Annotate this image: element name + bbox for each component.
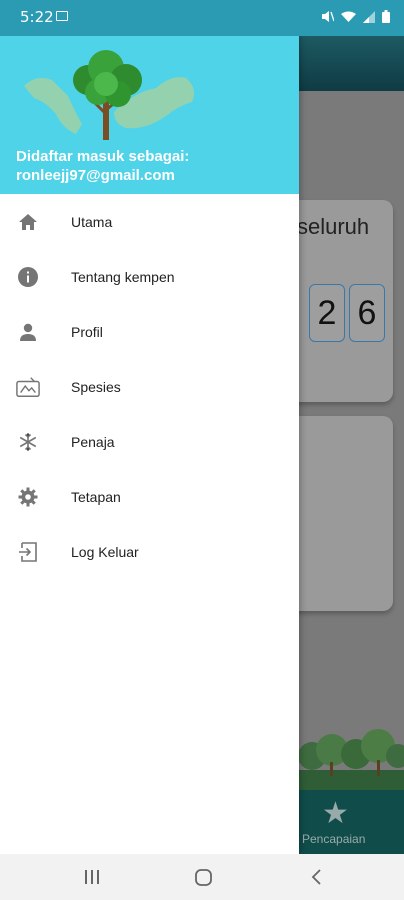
background-card xyxy=(285,416,393,611)
counter-digit: 2 xyxy=(309,284,345,342)
signal-icon xyxy=(363,10,375,28)
status-bar: 5:22 xyxy=(0,0,404,36)
trees-illustration xyxy=(298,729,404,790)
menu-item-label: Tentang kempen xyxy=(71,268,175,285)
info-icon xyxy=(16,265,40,289)
home-button[interactable] xyxy=(194,866,214,893)
background-card-text: seluruh xyxy=(297,214,370,239)
menu-item-label: Penaja xyxy=(71,433,115,450)
menu-item-label: Log Keluar xyxy=(71,543,139,560)
menu-item-label: Utama xyxy=(71,213,113,230)
back-button[interactable] xyxy=(309,866,323,893)
menu-item-log-keluar[interactable]: Log Keluar xyxy=(0,524,299,579)
battery-icon xyxy=(382,10,390,28)
menu-item-label: Profil xyxy=(71,323,103,340)
menu-item-tentang-kempen[interactable]: Tentang kempen xyxy=(0,249,299,304)
snowflake-icon xyxy=(16,430,40,454)
background-bottom-nav: ★ Pencapaian xyxy=(298,790,404,854)
background-counter-card: seluruh 2 6 xyxy=(285,200,393,402)
signed-in-label: Didaftar masuk sebagai: xyxy=(16,148,190,165)
menu-item-spesies[interactable]: Spesies xyxy=(0,359,299,414)
person-icon xyxy=(16,320,40,344)
system-nav-bar xyxy=(0,854,404,900)
achievements-tab-label: Pencapaian xyxy=(302,832,366,846)
recent-apps-button[interactable] xyxy=(84,866,100,893)
menu-item-profil[interactable]: Profil xyxy=(0,304,299,359)
counter-digit: 6 xyxy=(349,284,385,342)
image-notification-icon xyxy=(56,11,68,21)
menu-item-label: Spesies xyxy=(71,378,121,395)
malaysia-map-logo xyxy=(24,50,194,140)
star-icon: ★ xyxy=(322,797,349,830)
signed-in-info: Didaftar masuk sebagai: ronleejj97@gmail… xyxy=(16,147,189,185)
gear-icon xyxy=(16,485,40,509)
mute-icon xyxy=(321,10,335,28)
logout-icon xyxy=(16,540,40,564)
status-time: 5:22 xyxy=(20,8,54,26)
wifi-icon xyxy=(341,10,356,28)
menu-item-penaja[interactable]: Penaja xyxy=(0,414,299,469)
menu-item-tetapan[interactable]: Tetapan xyxy=(0,469,299,524)
drawer-menu: Utama Tentang kempen Profil Spesies Pena… xyxy=(0,194,299,579)
navigation-drawer: Didaftar masuk sebagai: ronleejj97@gmail… xyxy=(0,36,299,854)
menu-item-label: Tetapan xyxy=(71,488,121,505)
user-email: ronleejj97@gmail.com xyxy=(16,167,175,184)
species-icon xyxy=(16,375,40,399)
menu-item-utama[interactable]: Utama xyxy=(0,194,299,249)
home-icon xyxy=(16,210,40,234)
drawer-header: Didaftar masuk sebagai: ronleejj97@gmail… xyxy=(0,36,299,194)
status-icons xyxy=(321,10,390,28)
